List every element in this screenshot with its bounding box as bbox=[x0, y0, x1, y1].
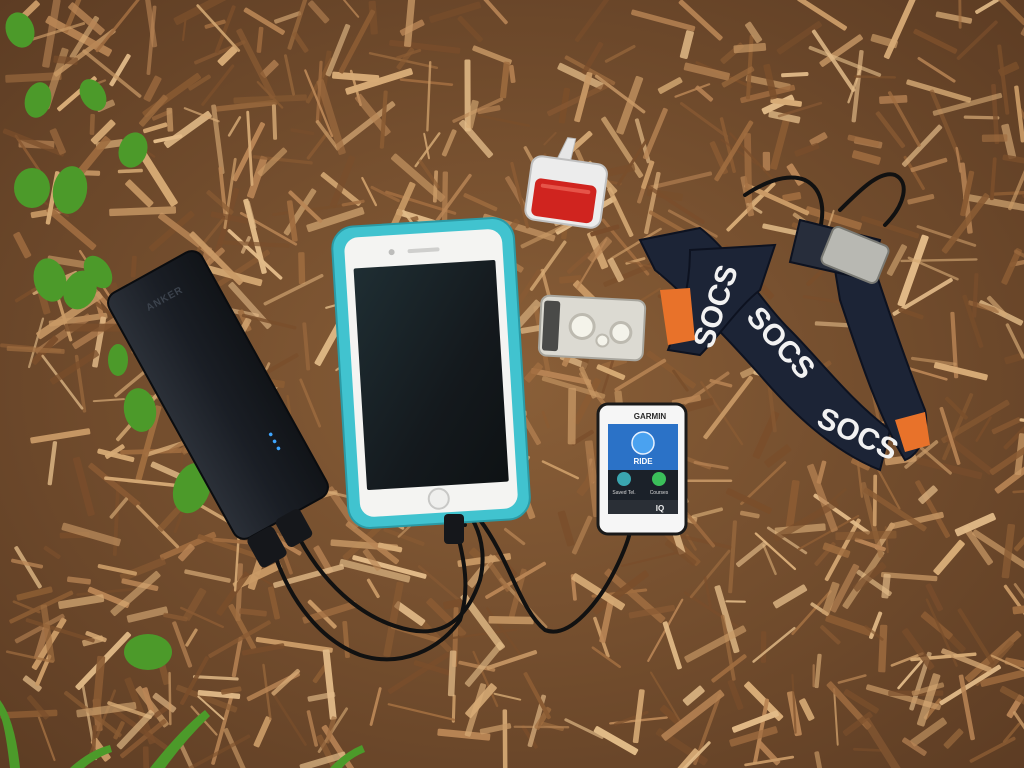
wood-chip bbox=[89, 113, 95, 135]
wood-chip bbox=[298, 252, 306, 285]
headlamp bbox=[537, 294, 647, 362]
smartphone bbox=[331, 217, 531, 529]
wood-chip bbox=[502, 709, 508, 768]
wood-chip bbox=[488, 615, 534, 625]
leaf bbox=[124, 634, 172, 670]
photo-scene: ANKER SOCS SOCS SOCS GARMIN RIDE Saved T… bbox=[0, 0, 1024, 768]
wood-chip bbox=[142, 746, 150, 768]
saved-icon bbox=[617, 472, 631, 486]
photo-canvas: ANKER SOCS SOCS SOCS GARMIN RIDE Saved T… bbox=[0, 0, 1024, 768]
wood-chip bbox=[760, 631, 767, 663]
courses-icon bbox=[652, 472, 666, 486]
computer-brand: GARMIN bbox=[634, 412, 667, 421]
leaf bbox=[14, 168, 50, 208]
headlamp-led bbox=[609, 321, 633, 345]
wood-chip bbox=[567, 387, 577, 445]
headlamp-led bbox=[568, 312, 596, 340]
wood-chip bbox=[513, 725, 570, 729]
iq-label: IQ bbox=[656, 504, 664, 513]
leaf bbox=[108, 344, 128, 376]
courses-label: Courses bbox=[650, 490, 669, 496]
home-button bbox=[427, 487, 450, 510]
wood-chip bbox=[981, 134, 1008, 142]
wood-chip bbox=[166, 107, 174, 132]
lightning-plug bbox=[444, 514, 464, 544]
headlamp-led bbox=[595, 333, 610, 348]
wood-chip bbox=[812, 664, 815, 688]
cycling-computer: GARMIN RIDE Saved Tel. Courses IQ bbox=[596, 402, 688, 536]
ride-label: RIDE bbox=[633, 457, 653, 466]
saved-label: Saved Tel. bbox=[612, 490, 635, 496]
wood-chip bbox=[725, 600, 746, 603]
bike-icon bbox=[631, 431, 655, 455]
phone-screen bbox=[353, 259, 509, 491]
